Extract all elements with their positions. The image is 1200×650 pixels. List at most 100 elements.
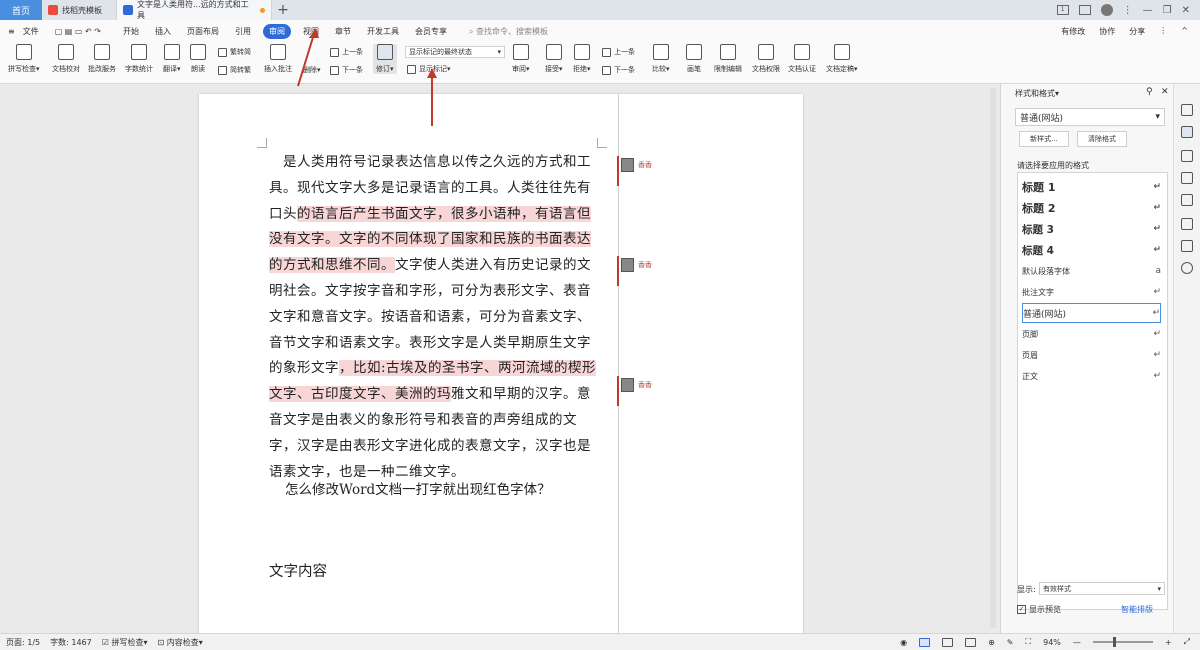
- slider-thumb[interactable]: [1112, 637, 1116, 647]
- preview-checkbox[interactable]: ✓ 显示预览: [1017, 604, 1061, 615]
- zoom-in-icon[interactable]: +: [1165, 638, 1172, 647]
- more-menu-icon[interactable]: ⋮: [1159, 26, 1167, 37]
- current-style-select[interactable]: 普通(网站) ▾: [1015, 108, 1165, 126]
- read-aloud-button[interactable]: 朗读: [190, 44, 206, 74]
- comment-balloon[interactable]: 香香: [617, 376, 652, 406]
- menu-review[interactable]: 审阅: [262, 23, 291, 39]
- restore-icon[interactable]: ❐: [1163, 5, 1172, 16]
- write-view-icon[interactable]: ✎: [1007, 638, 1014, 647]
- list-item[interactable]: 标题 1 ↵: [1022, 177, 1161, 197]
- comment-balloon[interactable]: 香香: [617, 256, 652, 286]
- zoom-slider[interactable]: [1092, 637, 1153, 647]
- show-filter-select[interactable]: 有效样式 ▾: [1039, 582, 1165, 595]
- menu-section[interactable]: 章节: [327, 26, 359, 37]
- spellcheck-button[interactable]: 拼写检查▾: [8, 44, 40, 74]
- panel-title[interactable]: 样式和格式▾: [1015, 88, 1059, 99]
- menu-member[interactable]: 会员专享: [407, 26, 455, 37]
- wordcount-button[interactable]: 字数统计: [125, 44, 153, 74]
- minimize-icon[interactable]: —: [1143, 5, 1153, 16]
- outline-view-icon[interactable]: [942, 637, 954, 647]
- question-line[interactable]: 怎么修改Word文档一打字就出现红色字体？: [285, 478, 551, 498]
- scrollbar[interactable]: [990, 88, 996, 628]
- hamburger-icon[interactable]: ≡: [0, 27, 23, 36]
- quick-save-icon[interactable]: ▢ ▤ ▭ ↶ ↷: [47, 27, 109, 36]
- menu-layout[interactable]: 页面布局: [179, 26, 227, 37]
- menu-devtools[interactable]: 开发工具: [359, 26, 407, 37]
- menu-file[interactable]: 文件: [23, 26, 47, 37]
- layout-1-icon[interactable]: 1: [1056, 5, 1069, 15]
- book-icon[interactable]: [1181, 240, 1193, 252]
- list-item[interactable]: 默认段落字体 a: [1022, 261, 1161, 281]
- word-count[interactable]: 字数: 1467: [50, 637, 92, 648]
- close-icon[interactable]: ✕: [1182, 5, 1190, 16]
- menu-start[interactable]: 开始: [115, 26, 147, 37]
- list-item[interactable]: 普通(网站) ↵: [1022, 303, 1161, 323]
- trad-to-simp-button[interactable]: 繁转简: [218, 47, 251, 57]
- tab-document[interactable]: 文字是人类用符...远的方式和工具: [117, 0, 272, 20]
- prev-change-button[interactable]: 上一条: [602, 47, 635, 57]
- review-pane-button[interactable]: 审阅▾: [512, 44, 530, 74]
- spellcheck-status[interactable]: ☑ 拼写检查▾: [102, 637, 148, 648]
- pen-button[interactable]: 画笔: [686, 44, 702, 74]
- doc-cert-button[interactable]: 文档认证: [788, 44, 816, 74]
- markup-state-select[interactable]: 显示标记的最终状态 ▾: [405, 46, 505, 58]
- fullscreen-icon[interactable]: ⤢: [1184, 637, 1190, 647]
- list-item[interactable]: 标题 4 ↵: [1022, 240, 1161, 260]
- finalize-button[interactable]: 文档定稿▾: [826, 44, 858, 74]
- track-changes-button[interactable]: 修订▾: [373, 44, 397, 74]
- translate-button[interactable]: 翻译▾: [163, 44, 181, 74]
- changes-button[interactable]: 有修改: [1061, 26, 1085, 37]
- avatar[interactable]: [1100, 4, 1113, 16]
- comment-balloon[interactable]: 香香: [617, 156, 652, 186]
- collab-button[interactable]: 协作: [1099, 26, 1115, 37]
- pin-icon[interactable]: ⚲: [1146, 87, 1153, 97]
- correction-button[interactable]: 批改服务: [88, 44, 116, 74]
- list-item[interactable]: 标题 3 ↵: [1022, 219, 1161, 239]
- compare-button[interactable]: 比较▾: [652, 44, 670, 74]
- grid-icon[interactable]: [1078, 5, 1091, 15]
- page-view-icon[interactable]: [919, 637, 931, 647]
- simp-to-trad-button[interactable]: 简转繁: [218, 65, 251, 75]
- restrict-edit-button[interactable]: 限制编辑: [714, 44, 742, 74]
- list-item[interactable]: 批注文字 ↵: [1022, 282, 1161, 302]
- next-comment-button[interactable]: 下一条: [330, 65, 363, 75]
- list-item[interactable]: 页眉 ↵: [1022, 345, 1161, 365]
- more-icon[interactable]: ⋮: [1123, 5, 1133, 16]
- read-view-icon[interactable]: [965, 637, 977, 647]
- document-area[interactable]: ▤▾ 是人类用符号记录表达信息以传之久远的方式和工具。现代文字大多是记录语言的工…: [0, 84, 1000, 633]
- style-list[interactable]: 标题 1 ↵ 标题 2 ↵ 标题 3 ↵ 标题 4 ↵ 默认段落字体 a 批注文字 ↵ 普通…: [1017, 172, 1168, 610]
- page-indicator[interactable]: 页面: 1/5: [6, 637, 40, 648]
- style-pen-icon[interactable]: [1181, 126, 1193, 138]
- home-tab[interactable]: 首页: [0, 0, 42, 20]
- location-icon[interactable]: [1181, 218, 1193, 230]
- document-page[interactable]: 是人类用符号记录表达信息以传之久远的方式和工具。现代文字大多是记录语言的工具。人…: [199, 94, 803, 633]
- fit-page-icon[interactable]: ⛶: [1026, 637, 1032, 647]
- section-heading[interactable]: 文字内容: [269, 560, 327, 581]
- body-paragraph[interactable]: 是人类用符号记录表达信息以传之久远的方式和工具。现代文字大多是记录语言的工具。人…: [269, 150, 599, 485]
- brush-icon[interactable]: [1181, 104, 1193, 116]
- eye-protect-icon[interactable]: ◉: [900, 638, 907, 647]
- content-check-status[interactable]: ⊡ 内容检查▾: [157, 637, 202, 648]
- list-item[interactable]: 标题 2 ↵: [1022, 198, 1161, 218]
- web-view-icon[interactable]: ⊕: [988, 638, 995, 647]
- proofread-button[interactable]: 文档校对: [52, 44, 80, 74]
- list-item[interactable]: 正文 ↵: [1022, 366, 1161, 386]
- list-item[interactable]: 页脚 ↵: [1022, 324, 1161, 344]
- new-style-button[interactable]: 新样式...: [1019, 131, 1069, 147]
- cursor-icon[interactable]: [1181, 150, 1193, 162]
- reject-button[interactable]: 拒绝▾: [573, 44, 591, 74]
- add-tab-button[interactable]: +: [272, 0, 294, 20]
- insert-comment-button[interactable]: 插入批注: [264, 44, 292, 74]
- command-search[interactable]: ⌕ 查找命令、搜索模板: [461, 26, 556, 37]
- menu-reference[interactable]: 引用: [227, 26, 259, 37]
- accept-button[interactable]: 接受▾: [545, 44, 563, 74]
- doc-permission-button[interactable]: 文档权限: [752, 44, 780, 74]
- menu-insert[interactable]: 插入: [147, 26, 179, 37]
- adjust-icon[interactable]: [1181, 172, 1193, 184]
- help-icon[interactable]: [1181, 262, 1193, 274]
- prev-comment-button[interactable]: 上一条: [330, 47, 363, 57]
- zoom-out-icon[interactable]: —: [1073, 638, 1081, 647]
- zoom-level[interactable]: 94%: [1043, 638, 1061, 647]
- smart-layout-link[interactable]: 智能排版: [1121, 604, 1153, 615]
- tab-template[interactable]: 找稻壳模板: [42, 0, 117, 20]
